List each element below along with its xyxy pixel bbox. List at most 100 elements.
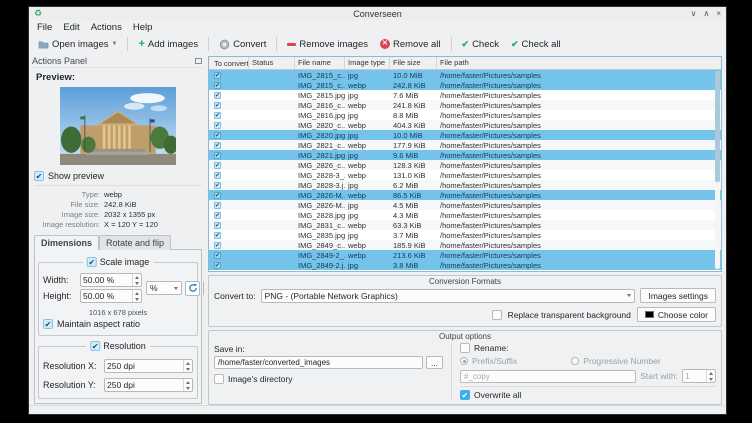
table-row[interactable]: ✔ IMG_2816_c... webp 241.8 KiB /home/fas… [209, 100, 721, 110]
row-checkbox[interactable]: ✔ [214, 82, 221, 89]
table-row[interactable]: ✔ IMG_2820.jpg jpg 10.0 MiB /home/faster… [209, 130, 721, 140]
table-row[interactable]: ✔ IMG_2821_c... webp 177.9 KiB /home/fas… [209, 140, 721, 150]
row-checkbox[interactable]: ✔ [214, 102, 221, 109]
table-row[interactable]: ✔ IMG_2828.jpg jpg 4.3 MiB /home/faster/… [209, 210, 721, 220]
table-row[interactable]: ✔ IMG_2815.jpg jpg 7.6 MiB /home/faster/… [209, 90, 721, 100]
table-row[interactable]: ✔ IMG_2821.jpg jpg 9.6 MiB /home/faster/… [209, 150, 721, 160]
table-row[interactable]: ✔ IMG_2815_c... jpg 10.0 MiB /home/faste… [209, 70, 721, 80]
row-checkbox[interactable]: ✔ [214, 192, 221, 199]
row-checkbox[interactable]: ✔ [214, 72, 221, 79]
row-checkbox[interactable]: ✔ [214, 162, 221, 169]
float-panel-icon[interactable] [195, 58, 202, 64]
save-in-input[interactable] [214, 356, 423, 369]
table-row[interactable]: ✔ IMG_2826-M... webp 86.5 KiB /home/fast… [209, 190, 721, 200]
remove-images-button[interactable]: Remove images [282, 37, 373, 52]
row-checkbox[interactable]: ✔ [214, 92, 221, 99]
column-image-type[interactable]: Image type [345, 57, 390, 69]
spinner-arrows-icon[interactable] [183, 360, 192, 372]
table-row[interactable]: ✔ IMG_2828-3.j... jpg 6.2 MiB /home/fast… [209, 180, 721, 190]
table-row[interactable]: ✔ IMG_2835.jpg jpg 3.7 MiB /home/faster/… [209, 230, 721, 240]
tab-rotate-flip[interactable]: Rotate and flip [99, 235, 171, 250]
table-row[interactable]: ✔ IMG_2849_c... webp 185.9 KiB /home/fas… [209, 240, 721, 250]
row-checkbox[interactable]: ✔ [214, 182, 221, 189]
spinner-arrows-icon[interactable] [706, 370, 715, 382]
scale-image-checkbox[interactable]: ✔ [87, 257, 97, 267]
check-all-button[interactable]: ✔ Check all [506, 37, 566, 52]
row-checkbox[interactable]: ✔ [214, 242, 221, 249]
column-file-size[interactable]: File size [390, 57, 437, 69]
spinner-arrows-icon[interactable] [183, 379, 192, 391]
spinner-arrows-icon[interactable] [132, 274, 141, 286]
column-to-convert[interactable]: To convert [209, 57, 249, 69]
column-file-name[interactable]: File name [295, 57, 345, 69]
maximize-button[interactable]: ∧ [703, 9, 709, 19]
rename-pattern-input[interactable] [460, 370, 636, 383]
width-spinner[interactable] [80, 273, 142, 287]
open-images-button[interactable]: Open images ▼ [33, 37, 122, 52]
row-checkbox[interactable]: ✔ [214, 212, 221, 219]
lock-aspect-button[interactable] [203, 281, 204, 296]
progressive-number-radio[interactable] [571, 357, 579, 365]
row-checkbox[interactable]: ✔ [214, 202, 221, 209]
row-checkbox[interactable]: ✔ [214, 232, 221, 239]
menu-file[interactable]: File [32, 21, 57, 34]
table-row[interactable]: ✔ IMG_2820_c... webp 404.3 KiB /home/fas… [209, 120, 721, 130]
menu-help[interactable]: Help [128, 21, 158, 34]
width-input[interactable] [81, 275, 132, 285]
minimize-button[interactable]: ∨ [691, 9, 697, 19]
height-input[interactable] [81, 291, 132, 301]
table-row[interactable]: ✔ IMG_2849-2.j... jpg 3.8 MiB /home/fast… [209, 260, 721, 270]
prefix-suffix-radio[interactable] [460, 357, 468, 365]
table-scrollbar-thumb[interactable] [715, 71, 720, 182]
close-button[interactable]: × [716, 9, 721, 19]
row-checkbox[interactable]: ✔ [214, 222, 221, 229]
spinner-arrows-icon[interactable] [132, 290, 141, 302]
images-directory-checkbox[interactable] [214, 374, 224, 384]
add-images-button[interactable]: + Add images [133, 37, 203, 52]
table-row[interactable]: ✔ IMG_2826.jpg jpg 7.0 MiB /home/faster/… [209, 270, 721, 271]
resolution-x-spinner[interactable] [104, 359, 193, 373]
remove-all-button[interactable]: ✕ Remove all [375, 37, 446, 52]
resolution-x-input[interactable] [105, 361, 183, 371]
resolution-y-input[interactable] [105, 380, 183, 390]
table-row[interactable]: ✔ IMG_2815_c... webp 242.8 KiB /home/fas… [209, 80, 721, 90]
column-status[interactable]: Status [249, 57, 295, 69]
convert-button[interactable]: Convert [214, 37, 271, 52]
row-checkbox[interactable]: ✔ [214, 172, 221, 179]
start-with-input[interactable] [683, 371, 706, 381]
table-row[interactable]: ✔ IMG_2826-M... jpg 4.5 MiB /home/faster… [209, 200, 721, 210]
start-with-spinner[interactable] [682, 369, 716, 383]
row-checkbox[interactable]: ✔ [214, 252, 221, 259]
unit-select[interactable]: % [146, 281, 182, 295]
refresh-dimensions-button[interactable] [185, 281, 200, 296]
row-checkbox[interactable]: ✔ [214, 122, 221, 129]
menu-edit[interactable]: Edit [58, 21, 84, 34]
column-file-path[interactable]: File path [437, 57, 721, 69]
replace-transparent-background-checkbox[interactable] [492, 310, 502, 320]
menu-actions[interactable]: Actions [86, 21, 127, 34]
choose-color-button[interactable]: Choose color [637, 307, 716, 322]
row-checkbox[interactable]: ✔ [214, 152, 221, 159]
format-select[interactable]: PNG - (Portable Network Graphics) [261, 289, 636, 303]
overwrite-all-checkbox[interactable]: ✔ [460, 390, 470, 400]
table-row[interactable]: ✔ IMG_2831_c... webp 63.3 KiB /home/fast… [209, 220, 721, 230]
height-spinner[interactable] [80, 289, 142, 303]
resolution-y-spinner[interactable] [104, 378, 193, 392]
maintain-aspect-ratio-checkbox[interactable]: ✔ [43, 319, 53, 329]
images-settings-button[interactable]: Images settings [640, 288, 716, 303]
tab-dimensions[interactable]: Dimensions [34, 235, 99, 250]
resolution-checkbox[interactable]: ✔ [90, 341, 100, 351]
table-row[interactable]: ✔ IMG_2828-3_... webp 131.0 KiB /home/fa… [209, 170, 721, 180]
row-checkbox[interactable]: ✔ [214, 262, 221, 269]
rename-checkbox[interactable] [460, 343, 470, 353]
browse-button[interactable]: ... [426, 356, 443, 369]
check-button[interactable]: ✔ Check [457, 37, 504, 52]
row-checkbox[interactable]: ✔ [214, 132, 221, 139]
table-row[interactable]: ✔ IMG_2826_c... webp 128.3 KiB /home/fas… [209, 160, 721, 170]
row-checkbox[interactable]: ✔ [214, 112, 221, 119]
show-preview-checkbox[interactable]: ✔ [34, 171, 44, 181]
row-checkbox[interactable]: ✔ [214, 142, 221, 149]
table-scrollbar[interactable] [715, 71, 720, 269]
table-row[interactable]: ✔ IMG_2816.jpg jpg 8.8 MiB /home/faster/… [209, 110, 721, 120]
table-row[interactable]: ✔ IMG_2849-2_... webp 213.6 KiB /home/fa… [209, 250, 721, 260]
